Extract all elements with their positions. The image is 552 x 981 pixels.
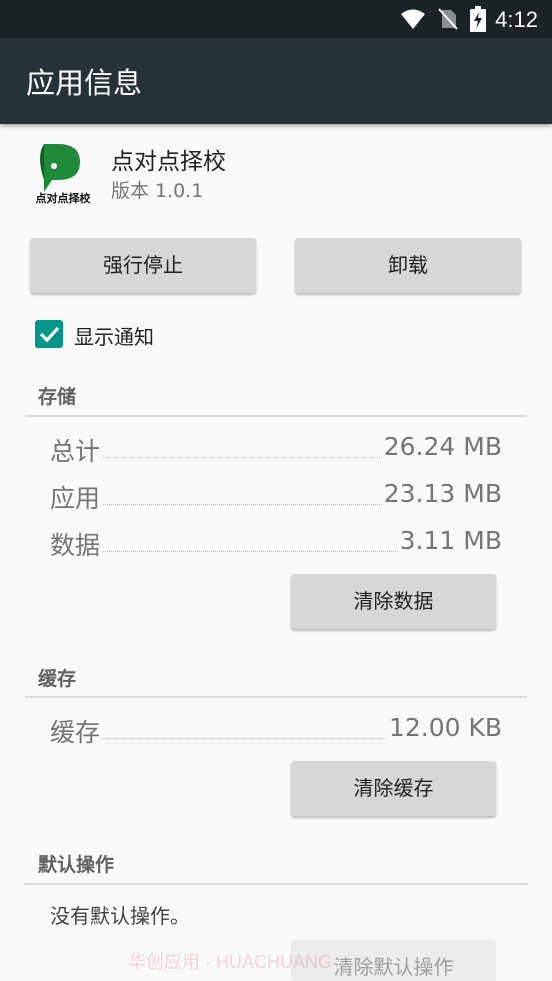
cache-row: 缓存 12.00 KB <box>50 713 502 749</box>
watermark: 华创应用 · HUACHUANG <box>128 952 333 972</box>
show-notifications-checkbox[interactable] <box>35 320 63 348</box>
storage-total-label: 总计 <box>50 432 103 468</box>
storage-app-label: 应用 <box>50 479 103 515</box>
uninstall-label: 卸载 <box>388 255 428 277</box>
storage-data-label: 数据 <box>50 526 103 562</box>
cache-header: 缓存 <box>38 668 77 690</box>
clear-cache-button[interactable]: 清除缓存 <box>291 761 496 816</box>
storage-row-app: 应用 23.13 MB <box>50 479 502 515</box>
no-defaults-text: 没有默认操作。 <box>50 904 190 928</box>
force-stop-label: 强行停止 <box>103 255 183 277</box>
app-bar: 应用信息 <box>0 38 552 124</box>
storage-total-value: 26.24 MB <box>381 432 502 461</box>
storage-app-value: 23.13 MB <box>381 479 502 508</box>
app-version: 版本 1.0.1 <box>111 180 204 202</box>
check-icon <box>39 326 60 343</box>
app-icon: 点对点择校 <box>32 142 94 206</box>
app-logo-text: 点对点择校 <box>35 192 91 205</box>
storage-divider <box>25 415 527 417</box>
page-title: 应用信息 <box>26 66 143 100</box>
clear-cache-label: 清除缓存 <box>353 778 434 800</box>
app-name: 点对点择校 <box>111 149 226 175</box>
battery-charging-icon <box>470 6 486 32</box>
storage-data-value: 3.11 MB <box>397 526 502 555</box>
storage-header: 存储 <box>38 386 77 408</box>
show-notifications-label: 显示通知 <box>74 325 154 349</box>
force-stop-button[interactable]: 强行停止 <box>30 238 256 293</box>
uninstall-button[interactable]: 卸载 <box>295 238 521 293</box>
app-info-content: 点对点择校 点对点择校 版本 1.0.1 强行停止 卸载 显示通知 存储 总计 … <box>0 124 552 981</box>
cache-value: 12.00 KB <box>386 713 502 742</box>
cache-label: 缓存 <box>50 713 103 749</box>
wifi-icon <box>401 9 425 29</box>
app-logo-icon <box>40 144 80 192</box>
storage-row-data: 数据 3.11 MB <box>50 526 502 562</box>
defaults-divider <box>25 883 527 885</box>
no-sim-icon <box>438 8 458 30</box>
status-bar: 4:12 <box>0 0 552 38</box>
storage-row-total: 总计 26.24 MB <box>50 432 502 468</box>
cache-divider <box>25 696 527 698</box>
clear-data-label: 清除数据 <box>353 591 434 613</box>
defaults-header: 默认操作 <box>38 854 115 876</box>
clock: 4:12 <box>495 7 538 32</box>
clear-data-button[interactable]: 清除数据 <box>291 574 496 629</box>
